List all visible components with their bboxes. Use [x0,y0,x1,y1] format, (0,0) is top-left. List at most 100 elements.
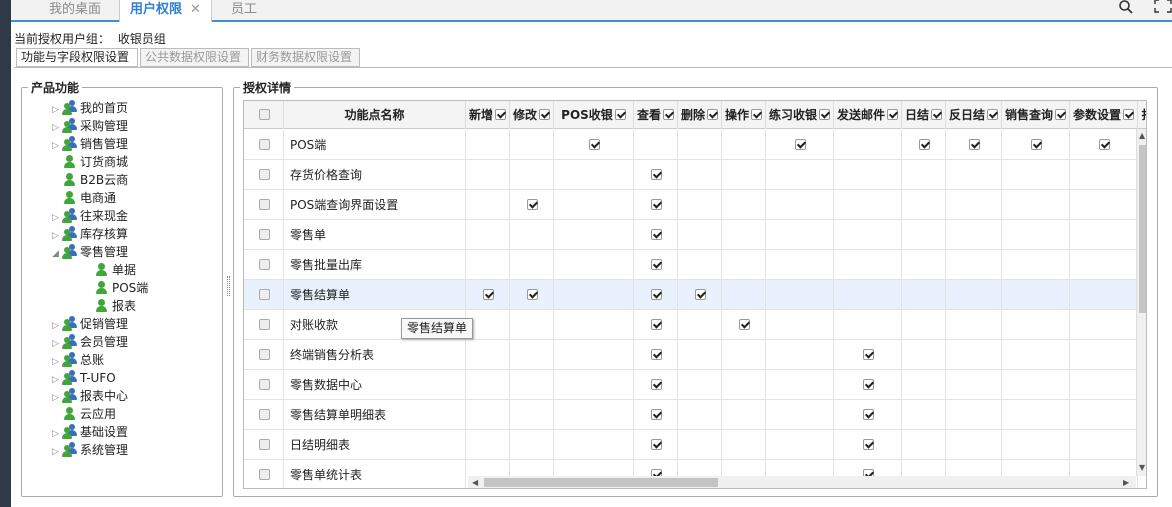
column-checkbox[interactable] [819,109,830,120]
scroll-down-icon[interactable]: ▼ [1139,463,1145,472]
permission-cell[interactable] [634,160,678,190]
permission-cell[interactable] [634,250,678,280]
subtab-public-data[interactable]: 公共数据权限设置 [140,48,249,67]
permission-cell[interactable] [554,280,634,310]
permission-cell[interactable] [766,250,834,280]
permission-cell[interactable] [766,190,834,220]
permission-checkbox[interactable] [589,139,600,150]
permission-cell[interactable] [946,220,1002,250]
permission-cell[interactable] [834,370,902,400]
permission-cell[interactable] [554,400,634,430]
tab-user-permissions[interactable]: 用户权限 ✕ [119,0,212,22]
tree-item[interactable]: ▷ 我的首页 [52,99,128,117]
permission-cell[interactable] [634,370,678,400]
permission-cell[interactable] [554,430,634,460]
tab-employee[interactable]: 员工 [231,0,257,20]
row-select-cell[interactable] [244,280,284,310]
permission-checkbox[interactable] [651,289,662,300]
permission-checkbox[interactable] [527,289,538,300]
tree-item[interactable]: ▷ 会员管理 [52,333,128,351]
column-header[interactable]: 修改 [510,101,554,129]
permission-cell[interactable] [902,250,946,280]
permission-cell[interactable] [466,430,510,460]
permission-cell[interactable] [1070,160,1138,190]
permission-cell[interactable] [1002,310,1070,340]
permission-cell[interactable] [722,130,766,160]
permission-cell[interactable] [466,130,510,160]
permission-cell[interactable] [902,400,946,430]
row-select-cell[interactable] [244,160,284,190]
tree-item[interactable]: 电商通 [52,189,116,207]
permission-cell[interactable] [834,190,902,220]
row-checkbox[interactable] [259,139,270,150]
row-checkbox[interactable] [259,439,270,450]
permission-cell[interactable] [834,340,902,370]
column-header[interactable]: 打 [1138,101,1146,129]
permission-cell[interactable] [946,400,1002,430]
column-checkbox[interactable] [539,109,550,120]
permission-checkbox[interactable] [969,139,980,150]
select-all-checkbox[interactable] [244,101,284,129]
permission-cell[interactable] [678,400,722,430]
permission-cell[interactable] [1002,190,1070,220]
checkbox[interactable] [259,109,270,120]
vertical-scroll-thumb[interactable] [1139,145,1146,313]
permission-checkbox[interactable] [863,409,874,420]
permission-cell[interactable] [722,400,766,430]
permission-cell[interactable] [766,400,834,430]
permission-cell[interactable] [1002,280,1070,310]
permission-checkbox[interactable] [527,199,538,210]
permission-cell[interactable] [902,370,946,400]
permission-cell[interactable] [466,400,510,430]
tree-item[interactable]: ◢ 零售管理 [52,243,128,261]
permission-cell[interactable] [1002,430,1070,460]
row-checkbox[interactable] [259,199,270,210]
permission-cell[interactable] [722,250,766,280]
table-row[interactable]: 日结明细表 [244,430,1138,460]
tab-desktop[interactable]: 我的桌面 [49,0,101,20]
column-checkbox[interactable] [887,109,898,120]
permission-cell[interactable] [722,190,766,220]
permission-cell[interactable] [902,160,946,190]
permission-cell[interactable] [1070,220,1138,250]
permission-cell[interactable] [510,430,554,460]
permission-checkbox[interactable] [695,289,706,300]
permission-cell[interactable] [946,130,1002,160]
column-header[interactable]: 新增 [466,101,510,129]
row-select-cell[interactable] [244,370,284,400]
permission-cell[interactable] [1002,220,1070,250]
row-checkbox[interactable] [259,169,270,180]
tree-item[interactable]: ▷ 报表中心 [52,387,128,405]
permission-cell[interactable] [1002,400,1070,430]
tree-item[interactable]: 报表 [84,297,136,315]
permission-cell[interactable] [510,370,554,400]
permission-cell[interactable] [766,340,834,370]
permission-checkbox[interactable] [863,379,874,390]
tree-item[interactable]: 订货商城 [52,153,128,171]
permission-cell[interactable] [510,130,554,160]
close-icon[interactable]: ✕ [190,2,201,17]
permission-cell[interactable] [634,190,678,220]
permission-checkbox[interactable] [651,259,662,270]
table-row[interactable]: 零售单 [244,220,1138,250]
permission-cell[interactable] [466,190,510,220]
horizontal-scroll-thumb[interactable] [484,478,718,487]
permission-cell[interactable] [634,130,678,160]
column-checkbox[interactable] [987,109,998,120]
permission-cell[interactable] [510,220,554,250]
permission-cell[interactable] [766,370,834,400]
permission-cell[interactable] [722,370,766,400]
permission-checkbox[interactable] [1031,139,1042,150]
permission-cell[interactable] [834,160,902,190]
permission-checkbox[interactable] [651,379,662,390]
vertical-scrollbar[interactable]: ▲ ▼ [1136,129,1146,476]
permission-cell[interactable] [902,190,946,220]
tree-item[interactable]: ▷ 库存核算 [52,225,128,243]
permission-cell[interactable] [678,160,722,190]
column-header[interactable]: 发送邮件 [834,101,902,129]
tree-item[interactable]: ▷ 采购管理 [52,117,128,135]
permission-cell[interactable] [766,130,834,160]
tree-item[interactable]: ▷ 销售管理 [52,135,128,153]
permission-cell[interactable] [722,430,766,460]
permission-checkbox[interactable] [919,139,930,150]
